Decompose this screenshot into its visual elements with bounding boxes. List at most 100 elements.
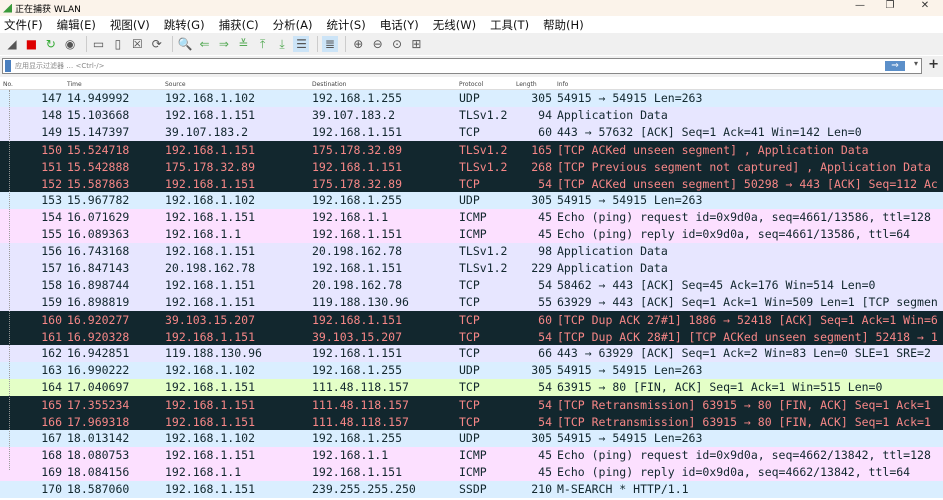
packet-destination: 20.198.162.78 <box>312 244 403 258</box>
packet-destination: 192.168.1.255 <box>312 91 403 105</box>
packet-time: 18.080753 <box>67 448 130 462</box>
menu-item[interactable]: 统计(S) <box>326 17 365 33</box>
display-filter-input[interactable]: 应用显示过滤器 … <Ctrl-/> ⇒ ▾ <box>2 58 922 74</box>
packet-info: 54915 → 54915 Len=263 <box>557 91 703 105</box>
close-button[interactable]: ✕ <box>915 0 935 11</box>
packet-row[interactable]: 162 16.942851 119.188.130.96 192.168.1.151 T… <box>0 345 943 362</box>
packet-row[interactable]: 147 14.949992 192.168.1.102 192.168.1.255 UD… <box>0 90 943 107</box>
packet-info: [TCP ACKed unseen segment] , Application… <box>557 143 869 157</box>
packet-source: 192.168.1.151 <box>165 143 256 157</box>
resize-columns-icon[interactable]: ⊞ <box>408 36 424 52</box>
packet-row[interactable]: 158 16.898744 192.168.1.151 20.198.162.78 TC… <box>0 277 943 294</box>
column-no[interactable]: No. <box>3 81 13 88</box>
capture-options-icon[interactable]: ◉ <box>62 36 78 52</box>
filter-dropdown-button[interactable]: ▾ <box>914 59 918 68</box>
packet-row[interactable]: 169 18.084156 192.168.1.1 192.168.1.151 ICMP… <box>0 464 943 481</box>
packet-time: 15.587863 <box>67 177 130 191</box>
packet-source: 192.168.1.102 <box>165 431 256 445</box>
column-info[interactable]: Info <box>557 81 568 88</box>
go-first-icon[interactable]: ⤒ <box>255 36 271 52</box>
packet-row[interactable]: 167 18.013142 192.168.1.102 192.168.1.255 UD… <box>0 430 943 447</box>
packet-length: 55 <box>538 295 552 309</box>
packet-row[interactable]: 157 16.847143 20.198.162.78 192.168.1.151 TL… <box>0 260 943 277</box>
add-filter-button[interactable]: + <box>928 57 939 72</box>
packet-row[interactable]: 168 18.080753 192.168.1.151 192.168.1.1 ICMP… <box>0 447 943 464</box>
packet-row[interactable]: 159 16.898819 192.168.1.151 119.188.130.96 T… <box>0 294 943 311</box>
packet-row[interactable]: 151 15.542888 175.178.32.89 192.168.1.151 TL… <box>0 158 943 175</box>
packet-length: 94 <box>538 108 552 122</box>
packet-row[interactable]: 165 17.355234 192.168.1.151 111.48.118.157 T… <box>0 396 943 413</box>
packet-destination: 192.168.1.1 <box>312 448 389 462</box>
menu-item[interactable]: 工具(T) <box>490 17 529 33</box>
menu-item[interactable]: 编辑(E) <box>57 17 96 33</box>
packet-row[interactable]: 155 16.089363 192.168.1.1 192.168.1.151 ICMP… <box>0 226 943 243</box>
apply-filter-button[interactable]: ⇒ <box>885 61 905 71</box>
column-time[interactable]: Time <box>67 81 82 88</box>
bookmark-icon[interactable] <box>5 60 11 72</box>
filter-placeholder: 应用显示过滤器 … <Ctrl-/> <box>15 62 105 70</box>
menu-bar: 文件(F) 编辑(E) 视图(V) 跳转(G) 捕获(C) 分析(A) 统计(S) 电话(Y)… <box>0 16 943 33</box>
packet-row[interactable]: 163 16.990222 192.168.1.102 192.168.1.255 UD… <box>0 362 943 379</box>
packet-info: 54915 → 54915 Len=263 <box>557 193 703 207</box>
packet-row[interactable]: 170 18.587060 192.168.1.151 239.255.255.250… <box>0 481 943 498</box>
save-file-icon[interactable]: ▯ <box>110 36 126 52</box>
packet-info: 63929 → 443 [ACK] Seq=1 Ack=1 Win=509 Le… <box>557 295 938 309</box>
packet-number: 158 <box>41 278 62 292</box>
zoom-out-icon[interactable]: ⊖ <box>370 36 386 52</box>
packet-row[interactable]: 166 17.969318 192.168.1.151 111.48.118.157 T… <box>0 413 943 430</box>
go-forward-icon[interactable]: ⇒ <box>216 36 232 52</box>
packet-row[interactable]: 164 17.040697 192.168.1.151 111.48.118.157 T… <box>0 379 943 396</box>
packet-row[interactable]: 154 16.071629 192.168.1.151 192.168.1.1 ICMP… <box>0 209 943 226</box>
packet-row[interactable]: 161 16.920328 192.168.1.151 39.103.15.207 TC… <box>0 328 943 345</box>
packet-row[interactable]: 160 16.920277 39.103.15.207 192.168.1.151 TC… <box>0 311 943 328</box>
go-last-icon[interactable]: ⤓ <box>274 36 290 52</box>
column-destination[interactable]: Destination <box>312 81 346 88</box>
open-file-icon[interactable]: ▭ <box>91 36 107 52</box>
packet-source: 192.168.1.151 <box>165 448 256 462</box>
column-length[interactable]: Length <box>516 81 537 88</box>
packet-row[interactable]: 153 15.967782 192.168.1.102 192.168.1.255 UD… <box>0 192 943 209</box>
packet-length: 54 <box>538 380 552 394</box>
menu-item[interactable]: 跳转(G) <box>164 17 205 33</box>
menu-item[interactable]: 视图(V) <box>110 17 150 33</box>
restart-capture-icon[interactable]: ↻ <box>43 36 59 52</box>
packet-time: 14.949992 <box>67 91 130 105</box>
shark-fin-icon[interactable]: ◢ <box>4 36 20 52</box>
packet-destination: 39.103.15.207 <box>312 330 403 344</box>
packet-row[interactable]: 156 16.743168 192.168.1.151 20.198.162.78 TL… <box>0 243 943 260</box>
packet-length: 54 <box>538 398 552 412</box>
find-packet-icon[interactable]: 🔍 <box>177 36 193 52</box>
packet-time: 16.847143 <box>67 261 130 275</box>
stop-capture-icon[interactable]: ■ <box>23 36 39 52</box>
packet-info: Echo (ping) reply id=0x9d0a, seq=4662/13… <box>557 465 911 479</box>
zoom-reset-icon[interactable]: ⊙ <box>389 36 405 52</box>
menu-item[interactable]: 电话(Y) <box>380 17 419 33</box>
menu-item[interactable]: 捕获(C) <box>219 17 259 33</box>
maximize-button[interactable]: ❐ <box>880 0 900 11</box>
packet-row[interactable]: 148 15.103668 192.168.1.151 39.107.183.2 TLS… <box>0 107 943 124</box>
zoom-in-icon[interactable]: ⊕ <box>350 36 366 52</box>
auto-scroll-icon[interactable]: ☰ <box>293 36 310 52</box>
go-to-packet-icon[interactable]: ≚ <box>235 36 251 52</box>
minimize-button[interactable]: — <box>850 0 870 11</box>
packet-source: 20.198.162.78 <box>165 261 256 275</box>
column-source[interactable]: Source <box>165 81 186 88</box>
menu-item[interactable]: 文件(F) <box>4 17 43 33</box>
menu-item[interactable]: 帮助(H) <box>543 17 584 33</box>
reload-icon[interactable]: ⟳ <box>149 36 165 52</box>
colorize-icon[interactable]: ≣ <box>321 36 338 52</box>
packet-destination: 39.107.183.2 <box>312 108 396 122</box>
packet-time: 16.071629 <box>67 210 130 224</box>
packet-row[interactable]: 150 15.524718 192.168.1.151 175.178.32.89 TL… <box>0 141 943 158</box>
packet-info: Echo (ping) request id=0x9d0a, seq=4662/… <box>557 448 931 462</box>
go-back-icon[interactable]: ⇐ <box>197 36 213 52</box>
title-bar: 正在捕获 WLAN — ❐ ✕ <box>0 0 943 16</box>
packet-time: 16.920277 <box>67 313 130 327</box>
menu-item[interactable]: 无线(W) <box>433 17 476 33</box>
close-file-icon[interactable]: ☒ <box>129 36 145 52</box>
menu-item[interactable]: 分析(A) <box>273 17 313 33</box>
packet-row[interactable]: 149 15.147397 39.107.183.2 192.168.1.151 TCP… <box>0 124 943 141</box>
packet-info: 54915 → 54915 Len=263 <box>557 431 703 445</box>
packet-row[interactable]: 152 15.587863 192.168.1.151 175.178.32.89 TC… <box>0 175 943 192</box>
column-protocol[interactable]: Protocol <box>459 81 483 88</box>
